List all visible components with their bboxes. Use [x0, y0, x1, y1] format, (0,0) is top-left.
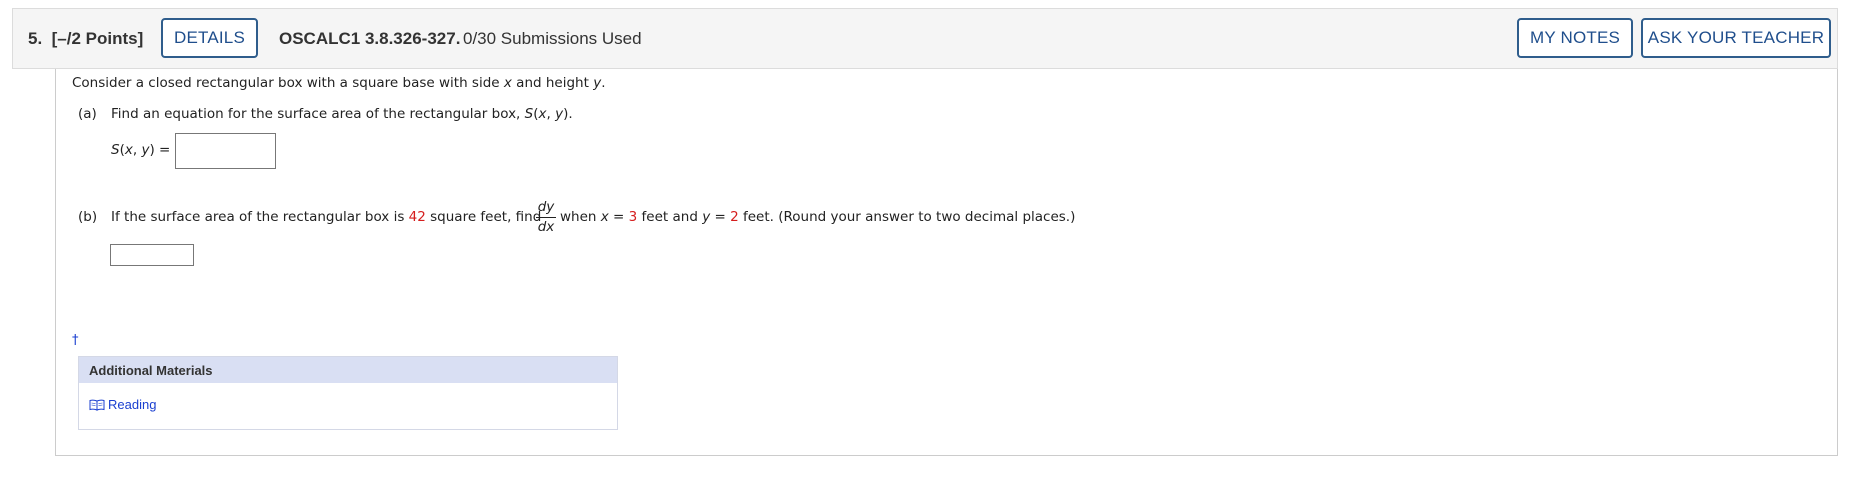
question-code: OSCALC1 3.8.326-327. — [279, 29, 461, 48]
book-icon — [89, 399, 105, 411]
question-header: 5. [–/2 Points] DETAILS OSCALC1 3.8.326-… — [12, 8, 1838, 69]
given-y-value: 2 — [730, 209, 739, 225]
dagger-footnote: † — [72, 333, 79, 348]
part-b-prompt-start: If the surface area of the rectangular b… — [111, 209, 542, 225]
problem-intro: Consider a closed rectangular box with a… — [72, 75, 606, 91]
given-x-value: 3 — [628, 209, 638, 225]
my-notes-button[interactable]: MY NOTES — [1517, 18, 1633, 58]
part-a-answer-label: S(x, y) = — [111, 142, 171, 158]
part-a-prompt: Find an equation for the surface area of… — [111, 106, 573, 122]
points-label: [–/2 Points] — [51, 29, 144, 48]
reading-label[interactable]: Reading — [108, 397, 156, 412]
additional-materials-title: Additional Materials — [79, 357, 617, 383]
reading-link[interactable]: Reading — [89, 397, 156, 412]
part-a-label: (a) — [78, 106, 97, 122]
fraction-numerator: dy — [537, 199, 555, 215]
fraction-denominator: dx — [537, 219, 555, 235]
part-b-prompt-end: when x = 3 feet and y = 2 feet. (Round y… — [560, 209, 1076, 225]
fraction-bar — [536, 217, 556, 218]
ask-your-teacher-button[interactable]: ASK YOUR TEACHER — [1641, 18, 1831, 58]
given-area-value: 42 — [408, 209, 426, 225]
details-button[interactable]: DETAILS — [161, 18, 258, 58]
submissions-used: 0/30 Submissions Used — [463, 29, 642, 48]
part-a-answer-input[interactable] — [175, 133, 276, 169]
part-b-answer-input[interactable] — [110, 244, 194, 266]
part-b-label: (b) — [78, 209, 98, 225]
dy-dx-fraction: dy dx — [536, 199, 556, 236]
additional-materials-panel: Additional Materials Reading — [78, 356, 618, 430]
question-body: Consider a closed rectangular box with a… — [55, 69, 1838, 456]
question-number: 5. [–/2 Points] — [28, 29, 144, 48]
